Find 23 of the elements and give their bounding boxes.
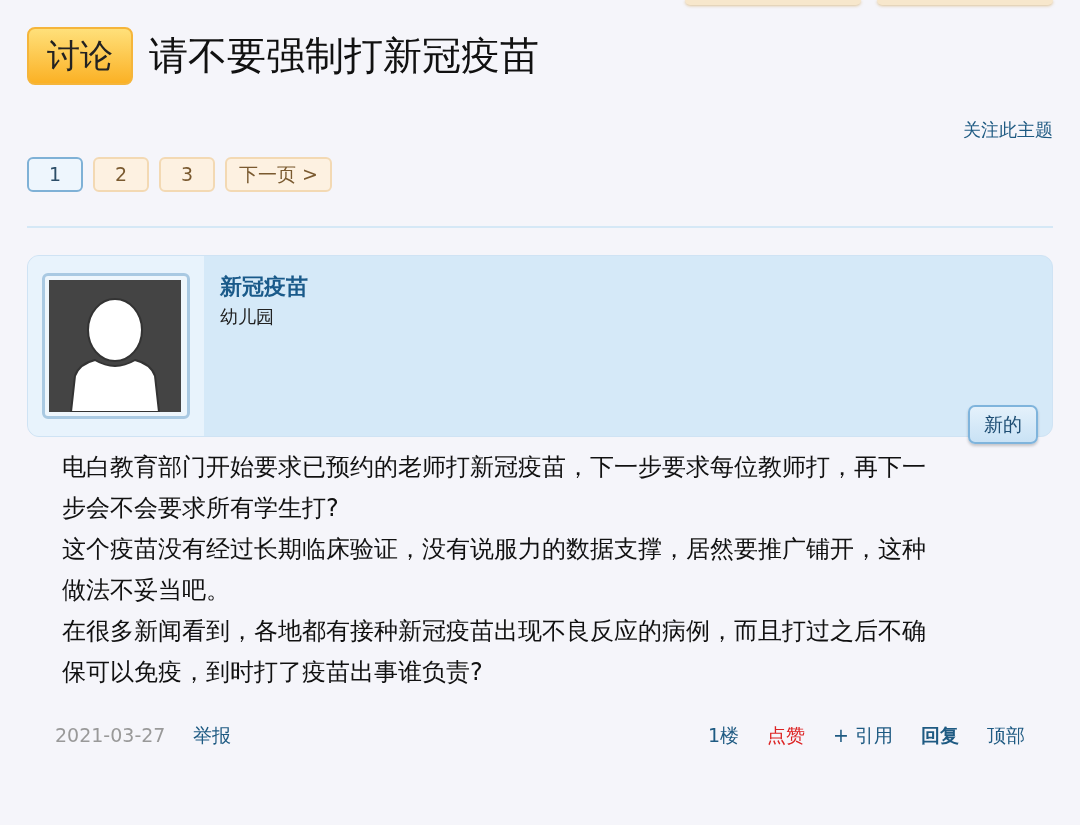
footer-link[interactable]: 举报 xyxy=(193,720,232,749)
page-button[interactable]: 3 xyxy=(159,156,215,192)
footer-link[interactable]: + 引用 xyxy=(833,720,893,749)
watch-thread-link[interactable]: 关注此主题 xyxy=(963,115,1053,143)
author-name[interactable]: 新冠疫苗 xyxy=(220,269,308,303)
post-paragraph: 电白教育部门开始要求已预约的老师打新冠疫苗，下一步要求每位教师打，再下一步会不会要求所有学生打? xyxy=(62,451,927,524)
top-button[interactable] xyxy=(685,0,861,5)
user-title: 幼儿园 xyxy=(220,304,275,329)
like-link[interactable]: 点赞 xyxy=(767,720,806,749)
post-date: 2021-03-27 xyxy=(55,722,166,748)
footer-link[interactable]: 1楼 xyxy=(707,720,740,749)
footer-link[interactable]: 顶部 xyxy=(987,720,1025,749)
thread-title: 请不要强制打新冠疫苗 xyxy=(149,32,539,80)
post-paragraph: 这个疫苗没有经过长期临床验证，没有说服力的数据支撑，居然要推广铺开，这种做法不妥当吧。 xyxy=(62,533,927,606)
reply-link[interactable]: 回复 xyxy=(921,720,959,749)
new-post-button[interactable]: 新的 xyxy=(968,405,1038,444)
page-button[interactable]: 下一页 > xyxy=(225,156,332,192)
page-button[interactable]: 1 xyxy=(27,156,83,192)
top-button[interactable] xyxy=(877,0,1053,5)
avatar-icon xyxy=(42,272,190,419)
thread-prefix-badge: 讨论 xyxy=(27,27,133,86)
page-button[interactable]: 2 xyxy=(93,156,149,192)
post-paragraph: 在很多新闻看到，各地都有接种新冠疫苗出现不良反应的病例，而且打过之后不确保可以免疫，到时打了疫苗出事谁负责? xyxy=(62,615,927,688)
